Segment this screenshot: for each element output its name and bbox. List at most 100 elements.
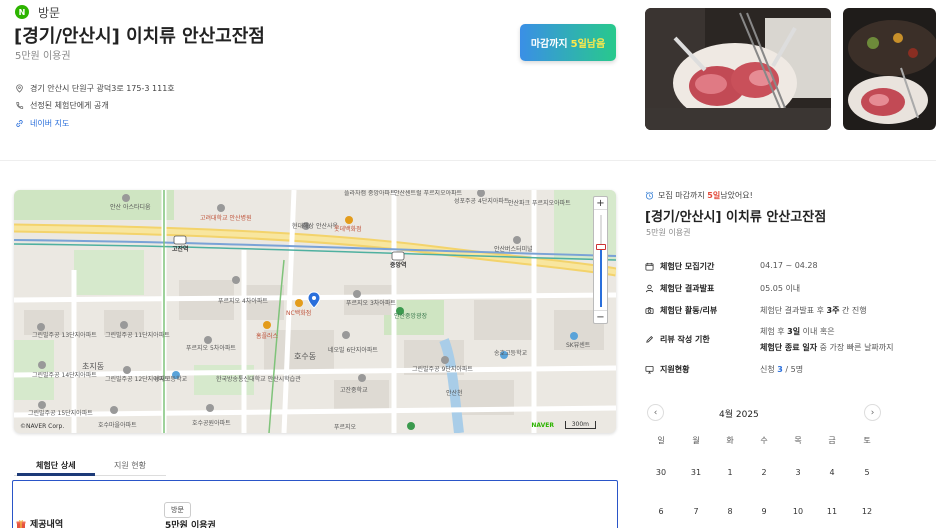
activity-post: 간 진행	[842, 306, 867, 315]
review-end-date: 체험단 종료 일자	[760, 343, 818, 352]
calendar-weekday: 목	[794, 436, 802, 445]
recruit-period-value: 04.17 ~ 04.28	[760, 261, 818, 270]
calendar-day[interactable]: 5	[857, 468, 877, 477]
activity-value: 체험단 결과발표 후 3주 간 진행	[760, 305, 867, 316]
naver-map-logo: NAVER	[531, 422, 554, 429]
naver-map-link[interactable]: 네이버 지도	[15, 118, 69, 129]
provide-label: 제공내역	[30, 520, 64, 528]
map-label: 홈플러스	[256, 333, 279, 340]
apply-count: 3	[777, 365, 783, 374]
calendar-day[interactable]: 6	[651, 507, 671, 516]
map-label: 그린빌주공 14단지아파트	[32, 372, 97, 379]
calendar-day[interactable]: 7	[686, 507, 706, 516]
review-deadline-line2: 체험단 종료 일자 중 가장 빠른 날짜까지	[760, 342, 894, 353]
map-label: 안산파크 푸르지오아파트	[508, 200, 571, 207]
calendar-day[interactable]: 3	[788, 468, 808, 477]
link-icon	[16, 120, 23, 127]
result-announce-text: 체험단 결과발표	[660, 284, 715, 293]
calendar-day[interactable]: 4	[822, 468, 842, 477]
calendar-icon	[645, 262, 654, 271]
visibility-text: 선정된 체험단에게 공개	[30, 101, 109, 110]
zoom-slider-handle[interactable]	[596, 244, 606, 251]
gift-icon	[16, 519, 26, 528]
calendar-weekday: 월	[692, 436, 700, 445]
calendar-weekday: 토	[863, 436, 871, 445]
map-label: 한국방송통신대학교 안산시학습관	[216, 376, 301, 383]
section-divider	[0, 160, 936, 161]
phone-icon	[16, 101, 24, 109]
pencil-icon	[646, 335, 654, 343]
tab-detail[interactable]: 체험단 상세	[36, 460, 76, 471]
activity-text: 체험단 활동/리뷰	[660, 306, 718, 315]
result-announce-value: 05.05 이내	[760, 284, 801, 293]
notice-prefix: 모집 마감까지	[658, 191, 705, 200]
map-label: 푸르지오	[334, 424, 357, 431]
map-label: NC백화점	[286, 310, 312, 317]
map-label: 안산버스터미널	[494, 246, 533, 253]
map-label: 그린빌주공 11단지아파트	[105, 332, 170, 339]
naver-badge-icon: N	[15, 5, 29, 19]
zoom-out-button[interactable]: −	[594, 310, 607, 323]
calendar-weekday: 수	[760, 436, 768, 445]
provide-heading: 제공내역	[16, 517, 63, 528]
location-map[interactable]: 안산 아스타디움 고려대학교 안산병원 현대해상 안산사옥 롯데백화점 플라자캠…	[14, 190, 616, 433]
calendar-day[interactable]: 9	[754, 507, 774, 516]
calendar-month: 4월 2025	[719, 410, 759, 420]
address-text: 경기 안산시 단원구 광덕3로 175-3 111호	[30, 84, 175, 93]
review-l2-post: 중 가장 빠른 날짜까지	[819, 343, 894, 352]
calendar-weekday: 일	[657, 436, 665, 445]
calendar-day[interactable]: 10	[788, 507, 808, 516]
activity-pre: 체험단 결과발표 후	[760, 306, 824, 315]
calendar-day[interactable]: 8	[720, 507, 740, 516]
calendar-day[interactable]: 2	[754, 468, 774, 477]
map-label: 고잔중학교	[340, 387, 368, 394]
provide-value: 5만원 이용권	[165, 521, 216, 528]
deadline-value: 5일남음	[570, 39, 606, 50]
map-label: 호수공원아파트	[192, 420, 231, 427]
map-label: 푸르지오 4차아파트	[218, 298, 268, 305]
map-label: SK뷰센트	[566, 342, 591, 349]
map-label: 그린빌주공 13단지아파트	[32, 332, 97, 339]
notice-days: 5일	[707, 191, 721, 200]
map-zoom-control[interactable]: + −	[593, 196, 608, 324]
naver-map-link-text: 네이버 지도	[30, 119, 70, 128]
visibility-row: 선정된 체험단에게 공개	[15, 100, 109, 111]
map-label: 플라자캠 중앙아파트	[344, 190, 396, 197]
map-copyright: ©NAVER Corp.	[20, 423, 65, 430]
tab-applications[interactable]: 지원 현황	[114, 460, 146, 471]
calendar-day[interactable]: 31	[686, 468, 706, 477]
map-label: 푸르지오 3차아파트	[346, 300, 396, 307]
calendar-day[interactable]: 1	[720, 468, 740, 477]
side-subtitle: 5만원 이용권	[646, 228, 691, 237]
zoom-in-button[interactable]: +	[594, 197, 607, 210]
map-label: 그린빌주공 9단지아파트	[412, 366, 473, 373]
calendar-next-button[interactable]: ›	[864, 404, 881, 421]
alarm-clock-icon	[645, 191, 654, 200]
map-label: 네오빌 6단지아파트	[328, 347, 378, 354]
map-label: 안산 아스타디움	[110, 204, 151, 211]
map-label: 고려대학교 안산병원	[200, 215, 252, 222]
calendar-day[interactable]: 30	[651, 468, 671, 477]
deadline-prefix: 마감까지	[530, 39, 568, 50]
review-deadline-label: 리뷰 작성 기한	[645, 334, 710, 345]
user-icon	[645, 284, 654, 293]
activity-label: 체험단 활동/리뷰	[645, 305, 717, 316]
map-label: 안산센트럴 푸르지오아파트	[394, 190, 463, 197]
calendar-prev-button[interactable]: ‹	[647, 404, 664, 421]
calendar-day[interactable]: 11	[822, 507, 842, 516]
calendar-day[interactable]: 12	[857, 507, 877, 516]
review-deadline-line1: 체험 후 3일 이내 혹은	[760, 326, 835, 337]
apply-post: / 5명	[785, 365, 804, 374]
deadline-button[interactable]: 마감까지 5일남음	[520, 24, 616, 61]
map-label: 성포주공 4단지아파트	[454, 198, 510, 205]
review-deadline-text: 리뷰 작성 기한	[660, 335, 710, 344]
food-photo-2[interactable]	[843, 8, 936, 130]
recruit-period-label: 체험단 모집기간	[645, 261, 714, 272]
monitor-icon	[645, 365, 654, 374]
map-label: 성지고등학교	[154, 376, 188, 383]
apply-status-value: 신청 3 / 5명	[760, 364, 803, 375]
review-l1-post: 이내 혹은	[802, 327, 835, 336]
visit-tag: 방문	[164, 502, 191, 518]
food-photo-1[interactable]	[645, 8, 831, 130]
apply-status-text: 지원현황	[660, 365, 690, 374]
